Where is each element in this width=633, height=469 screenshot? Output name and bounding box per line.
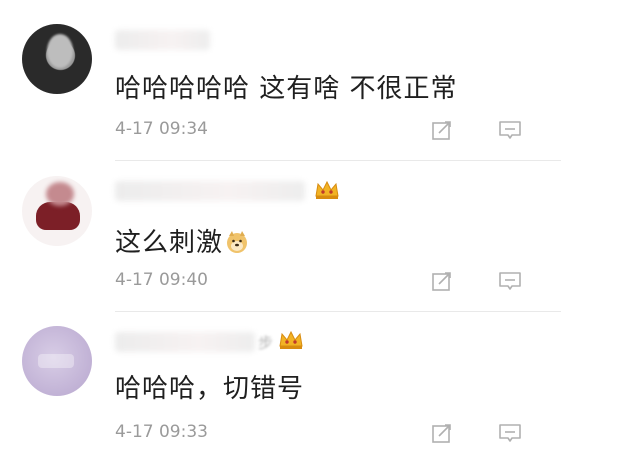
divider — [115, 311, 561, 312]
username-blurred[interactable] — [115, 30, 210, 50]
comment-text: 哈哈哈哈哈 这有啥 不很正常 — [115, 74, 458, 104]
avatar[interactable] — [22, 326, 92, 396]
comment-icon[interactable] — [498, 421, 522, 445]
comment-text-content: 这么刺激 — [115, 228, 224, 258]
timestamp: 4-17 09:33 — [115, 422, 208, 442]
timestamp: 4-17 09:34 — [115, 119, 208, 139]
doge-emoji — [227, 231, 248, 253]
avatar[interactable] — [22, 24, 92, 94]
edit-icon[interactable] — [430, 118, 454, 142]
username-blurred[interactable] — [115, 181, 305, 201]
avatar[interactable] — [22, 176, 92, 246]
edit-icon[interactable] — [430, 421, 454, 445]
crown-icon — [279, 330, 303, 349]
edit-icon[interactable] — [430, 269, 454, 293]
comment-icon[interactable] — [498, 118, 522, 142]
comment-text: 这么刺激 — [115, 222, 249, 259]
divider — [115, 160, 561, 161]
comment-icon[interactable] — [498, 269, 522, 293]
timestamp: 4-17 09:40 — [115, 270, 208, 290]
crown-icon — [315, 180, 339, 199]
username-tail: 步 — [258, 334, 274, 352]
username-blurred[interactable] — [115, 332, 255, 352]
comment-text: 哈哈哈，切错号 — [115, 374, 305, 404]
